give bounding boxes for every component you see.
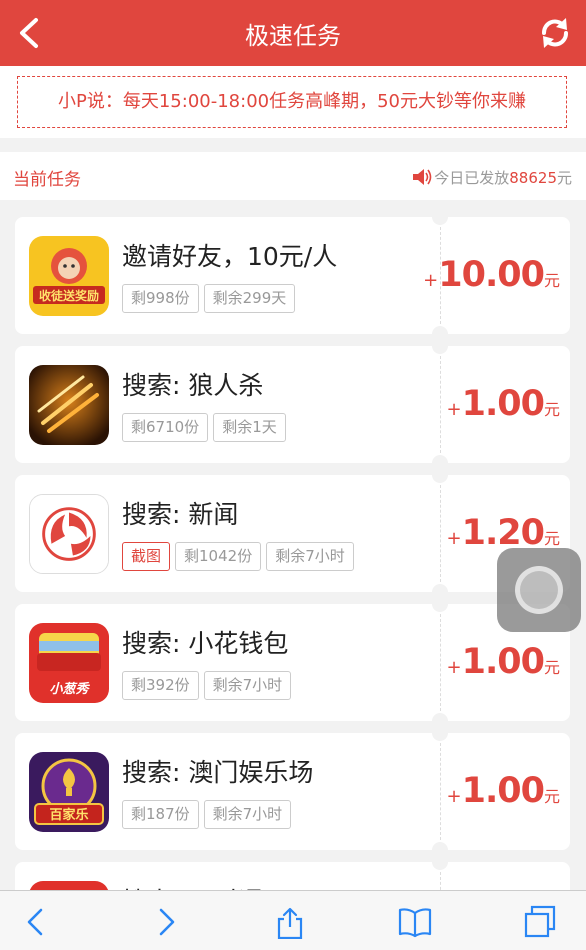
card-notch xyxy=(432,467,448,483)
card-divider xyxy=(440,485,441,582)
reward-amount: 1.20 xyxy=(461,513,545,553)
daily-payout-stat: 今日已发放88625元 xyxy=(412,167,572,188)
notice-panel: 小P说：每天15:00-18:00任务高峰期，50元大钞等你来赚 xyxy=(0,66,586,138)
task-reward: +1.00元 xyxy=(447,642,560,682)
reward-amount: 10.00 xyxy=(438,255,545,295)
screenshot-tag: 截图 xyxy=(122,542,171,571)
tabs-icon[interactable] xyxy=(522,905,558,939)
werewolf-app-icon xyxy=(29,365,109,445)
icon-caption: 百家乐 xyxy=(49,807,88,823)
remaining-time-tag: 剩余1天 xyxy=(213,413,286,442)
phoenix-news-app-icon xyxy=(29,494,109,574)
section-header: 当前任务 今日已发放88625元 xyxy=(0,152,586,200)
browser-toolbar xyxy=(0,890,586,950)
task-reward: +1.20元 xyxy=(447,513,560,553)
card-notch xyxy=(432,596,448,612)
remaining-count-tag: 剩6710份 xyxy=(122,413,209,442)
task-name: 邀请好友，10元/人 xyxy=(122,242,338,271)
icon-caption: 小葱秀 xyxy=(49,681,90,697)
task-tags: 剩187份 剩余7小时 xyxy=(122,800,296,829)
task-card-casino[interactable]: 百家乐 搜索: 澳门娱乐场 剩187份 剩余7小时 +1.00元 xyxy=(15,725,570,858)
reward-unit: 元 xyxy=(543,658,560,677)
remaining-time-tag: 剩余7小时 xyxy=(203,671,292,700)
task-tags: 截图 剩1042份 剩余7小时 xyxy=(122,542,359,571)
wallet-app-icon: 小葱秀 xyxy=(29,623,109,703)
notice-banner: 小P说：每天15:00-18:00任务高峰期，50元大钞等你来赚 xyxy=(17,76,567,128)
remaining-count-tag: 剩1042份 xyxy=(175,542,262,571)
remaining-count-tag: 剩392份 xyxy=(122,671,199,700)
back-icon[interactable] xyxy=(18,905,54,939)
icon-caption: 收徒送奖励 xyxy=(39,288,99,303)
reward-amount: 1.00 xyxy=(461,771,545,811)
stat-prefix: 今日已发放 xyxy=(434,169,510,187)
casino-app-icon: 百家乐 xyxy=(29,752,109,832)
card-notch xyxy=(432,209,448,225)
page-title: 极速任务 xyxy=(245,22,341,50)
bookmarks-icon[interactable] xyxy=(397,905,433,939)
task-name: 搜索: 澳门娱乐场 xyxy=(122,758,314,787)
task-name: 搜索: 新闻 xyxy=(122,500,239,529)
reward-unit: 元 xyxy=(543,529,560,548)
task-name: 搜索: 狼人杀 xyxy=(122,371,264,400)
task-reward: +1.00元 xyxy=(447,771,560,811)
remaining-time-tag: 剩余7小时 xyxy=(266,542,354,571)
reward-plus: + xyxy=(446,528,462,549)
task-reward: +10.00元 xyxy=(423,255,560,295)
reward-amount: 1.00 xyxy=(461,384,545,424)
reward-plus: + xyxy=(446,399,462,420)
remaining-time-tag: 剩余7小时 xyxy=(203,800,292,829)
reward-unit: 元 xyxy=(543,400,560,419)
task-tags: 剩392份 剩余7小时 xyxy=(122,671,296,700)
task-card-werewolf[interactable]: 搜索: 狼人杀 剩6710份 剩余1天 +1.00元 xyxy=(15,338,570,471)
reward-unit: 元 xyxy=(543,271,560,290)
invite-friends-app-icon: 收徒送奖励 xyxy=(29,236,109,316)
remaining-time-tag: 剩余299天 xyxy=(203,284,296,313)
card-divider xyxy=(440,743,441,840)
card-divider xyxy=(440,356,441,453)
task-tags: 剩998份 剩余299天 xyxy=(122,284,300,313)
refresh-icon[interactable] xyxy=(536,14,574,52)
card-notch xyxy=(432,338,448,354)
remaining-count-tag: 剩187份 xyxy=(122,800,199,829)
card-notch xyxy=(432,854,448,870)
share-icon[interactable] xyxy=(272,905,308,939)
card-notch xyxy=(432,725,448,741)
task-tags: 剩6710份 剩余1天 xyxy=(122,413,291,442)
remaining-count-tag: 剩998份 xyxy=(122,284,199,313)
task-reward: +1.00元 xyxy=(447,384,560,424)
task-card-news[interactable]: 搜索: 新闻 截图 剩1042份 剩余7小时 +1.20元 xyxy=(15,467,570,600)
top-bar: 极速任务 xyxy=(0,0,586,66)
reward-plus: + xyxy=(446,657,462,678)
assistive-touch-ring xyxy=(515,566,563,614)
task-card-invite[interactable]: 收徒送奖励 邀请好友，10元/人 剩998份 剩余299天 +10.00元 xyxy=(15,209,570,342)
assistive-touch-button[interactable] xyxy=(497,548,581,632)
stat-suffix: 元 xyxy=(556,169,572,187)
forward-icon[interactable] xyxy=(148,905,184,939)
speaker-icon xyxy=(413,169,432,185)
reward-plus: + xyxy=(423,270,439,291)
task-card-wallet[interactable]: 小葱秀 搜索: 小花钱包 剩392份 剩余7小时 +1.00元 xyxy=(15,596,570,729)
reward-amount: 1.00 xyxy=(461,642,545,682)
stat-value: 88625 xyxy=(509,169,557,187)
reward-plus: + xyxy=(446,786,462,807)
reward-unit: 元 xyxy=(543,787,560,806)
card-divider xyxy=(440,614,441,711)
section-label: 当前任务 xyxy=(13,170,81,190)
task-name: 搜索: 小花钱包 xyxy=(122,629,289,658)
